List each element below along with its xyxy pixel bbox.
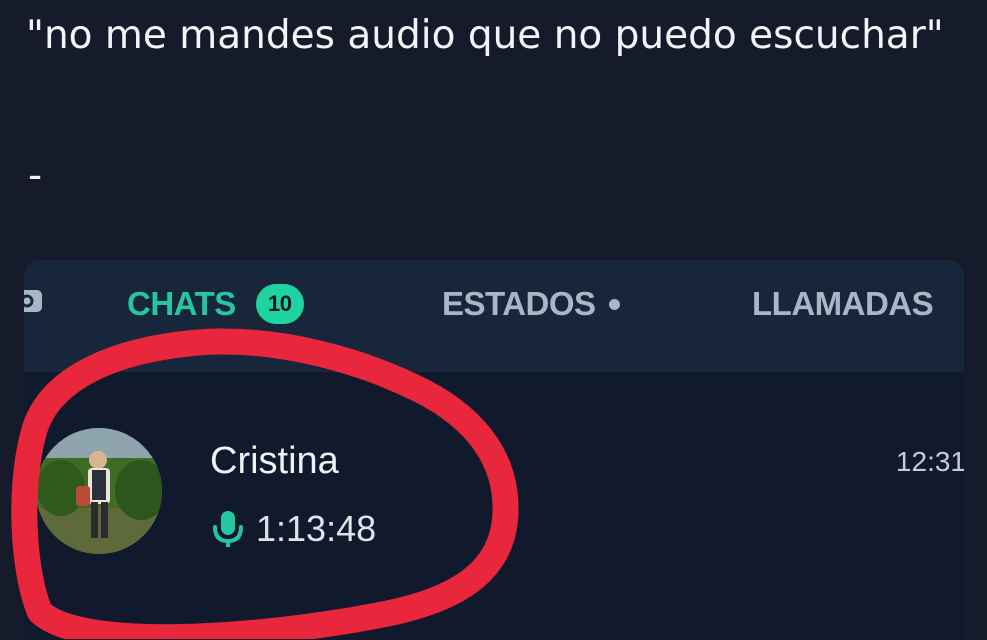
tab-chats[interactable]: CHATS 10 — [127, 276, 304, 332]
post-separator: - — [28, 153, 43, 198]
mic-icon — [213, 511, 243, 547]
post-caption: "no me mandes audio que no puedo escucha… — [26, 13, 944, 58]
avatar[interactable] — [36, 428, 162, 554]
contact-name: Cristina — [210, 440, 339, 482]
audio-duration: 1:13:48 — [256, 508, 377, 549]
new-status-dot — [608, 298, 620, 310]
unread-count-badge: 10 — [255, 284, 304, 324]
camera-icon[interactable] — [24, 284, 42, 314]
tab-estados[interactable]: ESTADOS — [442, 276, 620, 332]
chat-timestamp: 12:31 — [895, 446, 964, 477]
tab-llamadas[interactable]: LLAMADAS — [752, 276, 934, 332]
message-preview: 1:13:48 — [210, 508, 376, 550]
tab-estados-label: ESTADOS — [442, 285, 596, 322]
tab-bar: CHATS 10 ESTADOS LLAMADAS — [24, 260, 964, 372]
tab-chats-label: CHATS — [127, 285, 236, 322]
whatsapp-screenshot: CHATS 10 ESTADOS LLAMADAS Cristina 1:13:… — [24, 260, 964, 640]
chat-list-item[interactable]: Cristina 1:13:48 12:31 — [24, 410, 964, 580]
tab-llamadas-label: LLAMADAS — [752, 285, 934, 322]
